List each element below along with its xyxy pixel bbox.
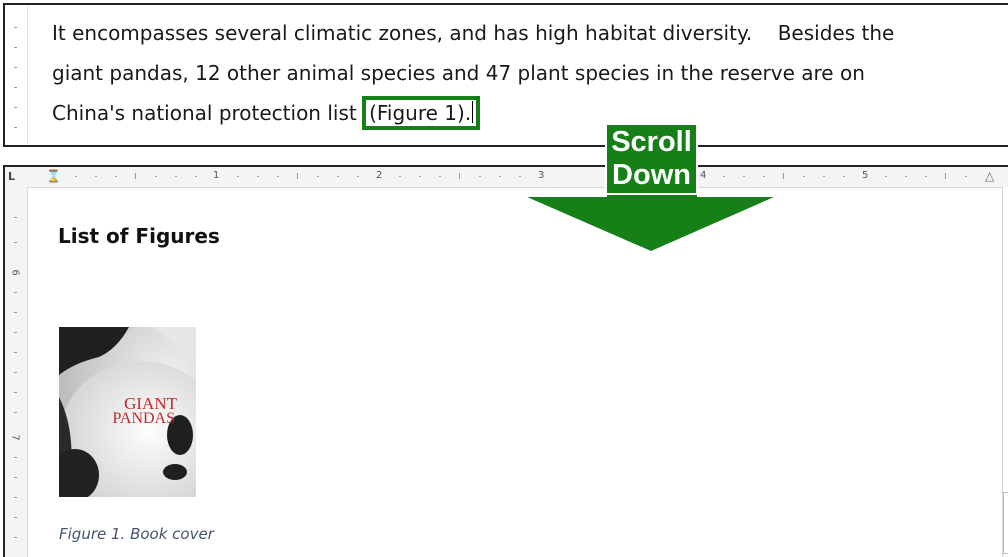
text-cursor bbox=[472, 101, 474, 123]
scrollbar-thumb[interactable] bbox=[1003, 492, 1008, 554]
vertical-ruler-snippet bbox=[5, 5, 28, 145]
scroll-down-callout: Scroll Down bbox=[527, 123, 775, 253]
paragraph-text[interactable]: It encompasses several climatic zones, a… bbox=[52, 13, 982, 133]
right-indent-marker-icon[interactable]: △ bbox=[985, 169, 994, 183]
tab-selector[interactable]: L bbox=[8, 170, 15, 183]
paragraph-line-2: giant pandas, 12 other animal species an… bbox=[52, 61, 865, 85]
scroll-label-line-2: Down bbox=[612, 159, 691, 191]
vertical-ruler[interactable]: 6 7 bbox=[5, 187, 28, 557]
figure-caption: Figure 1. Book cover bbox=[59, 525, 214, 543]
book-cover-image[interactable]: GIANT PANDAS bbox=[59, 327, 196, 497]
ruler-number: 5 bbox=[862, 170, 869, 181]
indent-marker-icon[interactable]: ⌛ bbox=[46, 169, 61, 183]
scroll-label-line-1: Scroll bbox=[611, 126, 692, 158]
figure-cross-reference[interactable]: (Figure 1). bbox=[362, 96, 481, 130]
paragraph-line-1: It encompasses several climatic zones, a… bbox=[52, 21, 895, 45]
paragraph-line-3-text: China's national protection list bbox=[52, 101, 364, 125]
text-snippet-panel: It encompasses several climatic zones, a… bbox=[3, 3, 1008, 147]
book-title-line-2: PANDAS bbox=[112, 410, 175, 427]
list-of-figures-heading: List of Figures bbox=[58, 224, 220, 248]
document-panel: L ⌛ 1 2 3 4 5 △ 6 7 List of Figures GIAN… bbox=[3, 165, 1008, 557]
figure-reference-text: (Figure 1). bbox=[369, 101, 472, 125]
horizontal-ruler[interactable]: L ⌛ 1 2 3 4 5 △ bbox=[5, 167, 1008, 188]
ruler-number: 2 bbox=[376, 170, 383, 181]
ruler-number: 7 bbox=[9, 434, 21, 441]
scroll-down-label: Scroll Down bbox=[605, 123, 698, 195]
paragraph-line-3: China's national protection list (Figure… bbox=[52, 93, 982, 133]
ruler-number: 6 bbox=[9, 269, 21, 276]
vertical-scrollbar[interactable] bbox=[1002, 187, 1008, 557]
ruler-number: 1 bbox=[213, 170, 220, 181]
